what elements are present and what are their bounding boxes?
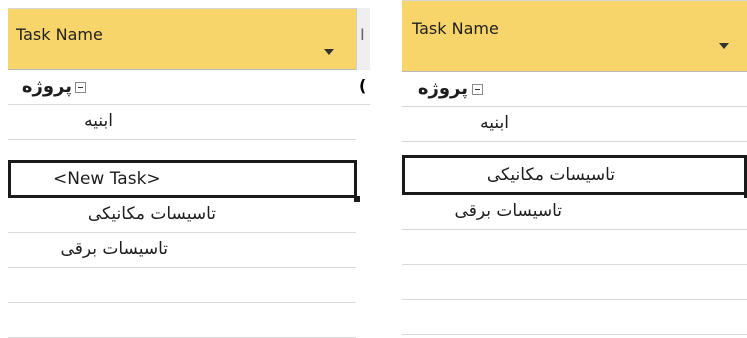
- task-row[interactable]: ابنیه: [402, 107, 747, 142]
- task-label: ابنیه: [480, 113, 509, 133]
- right-task-grid: Task Name پروژه ابنیه تاسیسات مکانیکی تا…: [402, 0, 747, 335]
- task-row[interactable]: تاسیسات برقی: [8, 233, 356, 268]
- column-header-title: Task Name: [412, 19, 499, 38]
- task-name-column-header[interactable]: Task Name: [402, 0, 747, 72]
- task-label[interactable]: تاسیسات مکانیکی: [445, 165, 615, 185]
- dropdown-arrow-icon[interactable]: [719, 43, 729, 49]
- task-row-summary[interactable]: پروژه: [402, 72, 747, 107]
- next-column-header-fragment[interactable]: I: [356, 8, 370, 70]
- task-label: تاسیسات برقی: [454, 201, 562, 221]
- collapse-minus-icon[interactable]: [472, 84, 483, 95]
- task-label[interactable]: <New Task>: [53, 169, 161, 189]
- task-label: پروژه: [21, 76, 72, 97]
- task-row-selected[interactable]: تاسیسات مکانیکی: [402, 155, 747, 198]
- task-label: تاسیسات مکانیکی: [87, 204, 216, 224]
- next-column-cell-fragment[interactable]: (: [356, 70, 370, 105]
- task-label: ابنیه: [84, 111, 113, 131]
- task-row[interactable]: [8, 268, 356, 303]
- task-row[interactable]: [402, 230, 747, 265]
- task-row[interactable]: تاسیسات برقی: [402, 195, 747, 230]
- dropdown-arrow-icon[interactable]: [324, 49, 334, 55]
- collapse-minus-icon[interactable]: [75, 82, 86, 93]
- task-name-column-header[interactable]: Task Name: [8, 8, 356, 70]
- column-header-title: Task Name: [16, 25, 103, 44]
- task-row[interactable]: [402, 265, 747, 300]
- task-label: پروژه: [417, 78, 468, 99]
- task-label: تاسیسات برقی: [60, 239, 168, 259]
- task-row-summary[interactable]: پروژه: [8, 70, 356, 105]
- task-row[interactable]: ابنیه: [8, 105, 356, 140]
- task-row[interactable]: [402, 300, 747, 335]
- left-task-grid: Task Name I پروژه ( ابنیه <New Task> تاس…: [0, 0, 370, 338]
- task-row[interactable]: تاسیسات مکانیکی: [8, 198, 356, 233]
- task-row-selected[interactable]: <New Task>: [8, 160, 360, 202]
